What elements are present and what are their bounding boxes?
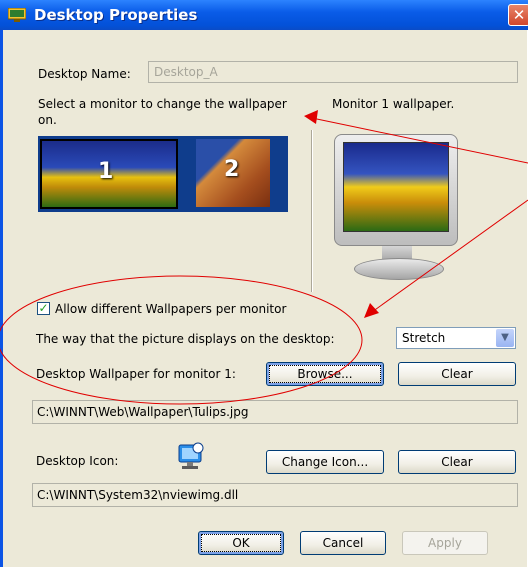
display-mode-value: Stretch — [402, 331, 446, 345]
desktop-properties-icon — [8, 8, 26, 22]
desktop-name-label: Desktop Name: — [38, 67, 131, 81]
allow-different-label[interactable]: Allow different Wallpapers per monitor — [55, 302, 286, 316]
monitor-1-number: 1 — [98, 159, 114, 184]
icon-path-value: C:\WINNT\System32\nviewimg.dll — [37, 488, 239, 502]
monitor-2-thumbnail[interactable]: 2 — [196, 139, 270, 207]
desktop-icon-label: Desktop Icon: — [36, 454, 119, 468]
wallpaper-path-value: C:\WINNT\Web\Wallpaper\Tulips.jpg — [37, 405, 249, 419]
preview-monitor-base — [354, 258, 444, 280]
window-title: Desktop Properties — [34, 6, 198, 24]
preview-wallpaper-image — [343, 142, 449, 232]
wallpaper-label: Desktop Wallpaper for monitor 1: — [36, 367, 236, 381]
dialog-window — [0, 0, 527, 567]
monitor-1-thumbnail[interactable]: 1 — [40, 139, 178, 209]
monitor-select-instruction-cont: on. — [38, 113, 57, 127]
desktop-name-value: Desktop_A — [154, 65, 218, 79]
change-icon-button[interactable]: Change Icon... — [266, 450, 384, 474]
ok-button[interactable]: OK — [198, 531, 284, 555]
nview-desktop-icon — [178, 442, 204, 469]
preview-label: Monitor 1 wallpaper. — [332, 97, 455, 111]
icon-clear-button[interactable]: Clear — [398, 450, 516, 474]
browse-button[interactable]: Browse... — [266, 362, 384, 386]
cancel-button[interactable]: Cancel — [300, 531, 386, 555]
apply-button[interactable]: Apply — [402, 531, 488, 555]
display-mode-select[interactable]: Stretch ▼ — [396, 327, 516, 349]
vertical-divider — [311, 130, 313, 292]
wallpaper-clear-button[interactable]: Clear — [398, 362, 516, 386]
allow-different-checkbox[interactable]: ✓ — [37, 302, 50, 315]
wallpaper-path-field[interactable]: C:\WINNT\Web\Wallpaper\Tulips.jpg — [32, 400, 518, 424]
display-mode-label: The way that the picture displays on the… — [36, 332, 335, 346]
close-button[interactable]: ✕ — [508, 4, 528, 26]
title-bar[interactable]: Desktop Properties — [0, 0, 528, 30]
icon-path-field[interactable]: C:\WINNT\System32\nviewimg.dll — [32, 483, 518, 507]
chevron-down-icon[interactable]: ▼ — [496, 329, 514, 347]
monitor-2-number: 2 — [224, 157, 240, 182]
desktop-name-field[interactable]: Desktop_A — [148, 61, 518, 83]
monitor-select-instruction: Select a monitor to change the wallpaper — [38, 97, 287, 111]
